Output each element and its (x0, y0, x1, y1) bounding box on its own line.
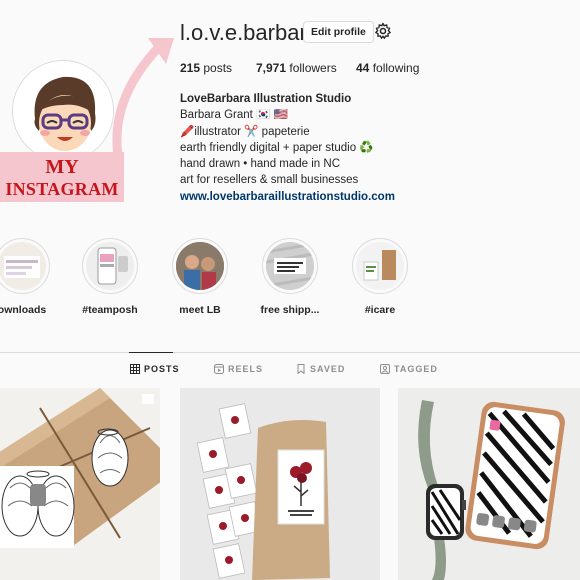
bio-line: Barbara Grant 🇰🇷 🇺🇸 (180, 109, 288, 122)
tab-reels[interactable]: REELS (214, 364, 263, 374)
bio-line: hand drawn • hand made in NC (180, 158, 341, 171)
badge-line2: INSTAGRAM (5, 179, 119, 199)
post-image (180, 388, 380, 580)
tab-tagged[interactable]: TAGGED (380, 364, 438, 374)
bio-line: 🖍️illustrator ✂️ papeterie (180, 125, 310, 138)
highlight-label: free shipp... (260, 304, 320, 316)
followers-count-number: 7,971 (256, 61, 287, 75)
highlight-cover (172, 238, 228, 294)
highlight-label: ownloads (0, 304, 47, 316)
profile-username: l.o.v.e.barbara (180, 20, 320, 45)
tab-label: REELS (228, 364, 264, 374)
followers-count-label: followers (289, 61, 337, 75)
post-image (398, 388, 580, 580)
tab-posts[interactable]: POSTS (130, 364, 180, 374)
bookmark-icon (297, 364, 305, 374)
highlight-label: meet LB (179, 304, 221, 316)
tab-label: TAGGED (394, 364, 438, 374)
tag-icon (380, 364, 390, 374)
following-count[interactable]: 44 following (356, 61, 419, 75)
edit-profile-button[interactable]: Edit profile (303, 21, 374, 43)
tab-label: SAVED (310, 364, 346, 374)
avatar-illustration (13, 61, 113, 161)
bio-line: art for resellers & small businesses (180, 174, 359, 187)
profile-avatar[interactable] (12, 60, 114, 162)
post-tile[interactable] (0, 388, 160, 580)
highlight-downloads[interactable]: ownloads (0, 238, 58, 316)
posts-count-label: posts (203, 61, 233, 75)
reels-icon (214, 364, 224, 374)
arrow-decoration (112, 38, 174, 158)
highlight-cover (82, 238, 138, 294)
highlight-cover (262, 238, 318, 294)
my-instagram-badge: MY INSTAGRAM (0, 152, 124, 202)
highlight-teamposh[interactable]: #teamposh (74, 238, 146, 316)
tab-label: POSTS (144, 364, 180, 374)
highlight-free-shipping[interactable]: free shipp... (254, 238, 326, 316)
gear-icon[interactable] (374, 22, 392, 40)
posts-count-number: 215 (180, 61, 201, 75)
posts-count: 215 posts (180, 61, 232, 75)
tabs-divider (0, 352, 580, 353)
badge-line1: MY (45, 156, 79, 178)
profile-bio: LoveBarbara Illustration Studio Barbara … (180, 91, 395, 205)
following-count-number: 44 (356, 61, 370, 75)
post-tile[interactable] (398, 388, 580, 580)
highlight-meet-lb[interactable]: meet LB (164, 238, 236, 316)
active-tab-indicator (129, 352, 173, 353)
highlight-cover (352, 238, 408, 294)
bio-website-link[interactable]: www.lovebarbaraillustrationstudio.com (180, 189, 395, 205)
highlight-label: #teamposh (82, 304, 138, 316)
following-count-label: following (372, 61, 420, 75)
grid-icon (130, 364, 140, 374)
followers-count[interactable]: 7,971 followers (256, 61, 337, 75)
bio-line: earth friendly digital + paper studio ♻️ (180, 141, 374, 154)
highlight-label: #icare (364, 304, 396, 316)
highlight-cover (0, 238, 50, 294)
highlight-icare[interactable]: #icare (344, 238, 416, 316)
tab-saved[interactable]: SAVED (296, 364, 345, 374)
bio-name: LoveBarbara Illustration Studio (180, 93, 352, 105)
post-tile[interactable] (180, 388, 380, 580)
post-image (0, 388, 160, 580)
